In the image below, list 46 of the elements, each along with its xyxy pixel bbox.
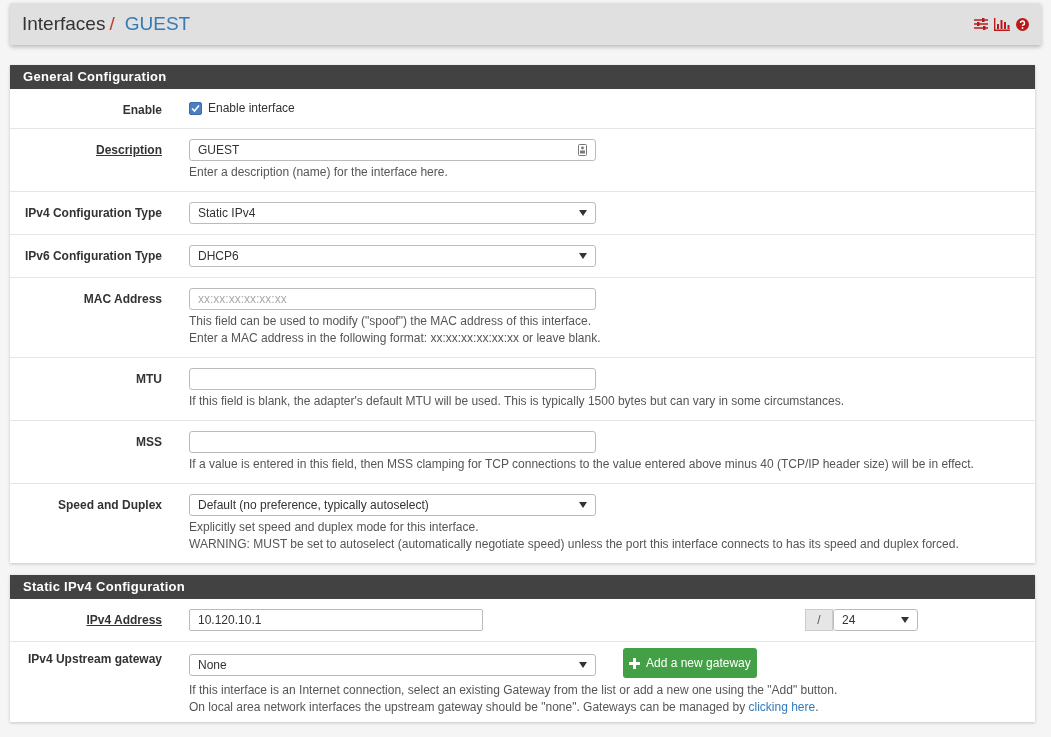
field-label: MTU bbox=[136, 372, 162, 386]
field-label: IPv4 Upstream gateway bbox=[27, 652, 162, 666]
caret-icon bbox=[579, 502, 587, 508]
help-text: Enter a MAC address in the following format: xx:xx:xx:xx:xx:xx or leave blank. bbox=[189, 330, 601, 347]
caret-icon bbox=[579, 210, 587, 216]
field-label: MSS bbox=[136, 435, 162, 449]
panel-title: General Configuration bbox=[10, 65, 1035, 89]
field-label: Enable bbox=[122, 103, 162, 117]
help-text: Enter a description (name) for the interface here. bbox=[189, 164, 449, 181]
dropdown[interactable]: 24 bbox=[833, 609, 918, 631]
breadcrumb-section[interactable]: Interfaces bbox=[22, 9, 106, 39]
plus-icon bbox=[629, 657, 640, 669]
dropdown[interactable]: None bbox=[189, 654, 596, 676]
help-text: WARNING: MUST be set to autoselect (automatically negotiate speed) unless the port this interface connects to has its speed and duplex forced. bbox=[189, 536, 959, 553]
dropdown[interactable]: Default (no preference, typically autoselect) bbox=[189, 494, 596, 516]
checkbox[interactable] bbox=[189, 101, 202, 115]
input-field[interactable] bbox=[189, 431, 596, 453]
help-text: This field can be used to modify ("spoof") the MAC address of this interface. bbox=[189, 313, 593, 330]
caret-icon bbox=[579, 253, 587, 259]
dropdown[interactable]: DHCP6 bbox=[189, 245, 596, 267]
input-field[interactable] bbox=[189, 368, 596, 390]
breadcrumb-current: GUEST bbox=[124, 11, 191, 36]
caret-icon bbox=[579, 662, 587, 668]
breadcrumb-separator: / bbox=[109, 11, 115, 36]
dropdown[interactable]: Static IPv4 bbox=[189, 202, 596, 224]
help-text: On local area network interfaces the upstream gateway should be "none". Gateways can be managed by clicking here. bbox=[189, 699, 820, 716]
help-text: If this field is blank, the adapter's default MTU will be used. This is typically 1500 bytes but can vary in some circumstances. bbox=[189, 393, 845, 410]
bar-chart-icon[interactable] bbox=[994, 17, 1010, 31]
help-text: If a value is entered in this field, then MSS clamping for TCP connections to the value entered above minus 40 (TCP/IP header size) will be in effect. bbox=[189, 456, 974, 473]
checkbox-label: Enable interface bbox=[208, 100, 295, 117]
field-label[interactable]: IPv4 Address bbox=[86, 613, 162, 627]
caret-icon bbox=[901, 617, 909, 623]
field-label: IPv6 Configuration Type bbox=[24, 249, 162, 263]
help-icon[interactable] bbox=[1016, 17, 1029, 31]
panel-title: Static IPv4 Configuration bbox=[10, 575, 1035, 599]
field-label: Speed and Duplex bbox=[57, 498, 162, 512]
field-label: IPv4 Configuration Type bbox=[24, 206, 162, 220]
contact-card-icon bbox=[578, 144, 587, 156]
field-label: MAC Address bbox=[83, 292, 162, 306]
help-text: If this interface is an Internet connection, select an existing Gateway from the list or add a new one using the "Add" button. bbox=[189, 682, 838, 699]
sliders-icon[interactable] bbox=[974, 18, 988, 30]
input-field[interactable]: 10.120.10.1 bbox=[189, 609, 483, 631]
field-label[interactable]: Description bbox=[96, 143, 162, 157]
input-field[interactable]: GUEST bbox=[189, 139, 596, 161]
slash-addon: / bbox=[805, 609, 833, 631]
help-text: Explicitly set speed and duplex mode for this interface. bbox=[189, 519, 480, 536]
